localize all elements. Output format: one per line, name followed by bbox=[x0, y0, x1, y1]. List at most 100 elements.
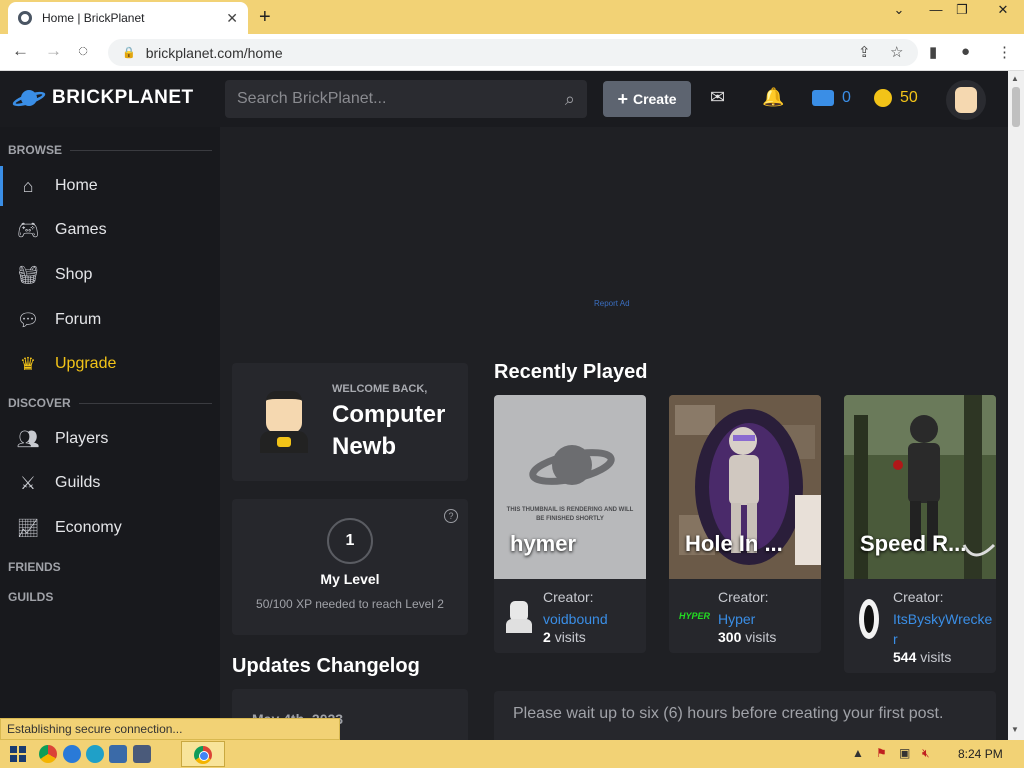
game-title: Hole In ... bbox=[685, 531, 783, 556]
share-icon[interactable]: ⇪ bbox=[858, 43, 871, 61]
notifications-bell-icon[interactable]: 🔔 bbox=[762, 87, 784, 108]
scroll-down-icon[interactable]: ▼ bbox=[1011, 725, 1019, 734]
messages-envelope-icon[interactable]: ✉ bbox=[710, 87, 725, 108]
creator-label: Creator: bbox=[543, 589, 594, 605]
loading-status: Establishing secure connection... bbox=[0, 718, 340, 740]
bits-amount: 50 bbox=[900, 89, 918, 106]
scroll-up-icon[interactable]: ▲ bbox=[1011, 74, 1019, 83]
close-tab-icon[interactable]: ✕ bbox=[226, 10, 238, 27]
game-card[interactable]: THIS THUMBNAIL IS RENDERING AND WILL BE … bbox=[494, 395, 646, 653]
brickplanet-logo[interactable]: BRICKPLANET bbox=[11, 87, 194, 110]
chrome-active-window[interactable] bbox=[181, 741, 225, 767]
sidebar-item-label: Guilds bbox=[55, 474, 101, 491]
url-text: brickplanet.com/home bbox=[145, 44, 283, 61]
browser-tab[interactable]: Home | BrickPlanet ✕ bbox=[8, 2, 248, 34]
sidebar-item-guilds[interactable]: ⚔ Guilds bbox=[0, 463, 220, 503]
help-icon[interactable]: ? bbox=[444, 509, 458, 523]
welcome-username[interactable]: Computer Newb bbox=[332, 399, 462, 463]
changelog-title: Updates Changelog bbox=[232, 655, 420, 677]
game-title: hymer bbox=[510, 531, 577, 556]
taskbar-clock[interactable]: 8:24 PM bbox=[958, 747, 1003, 761]
url-field[interactable]: 🔒 brickplanet.com/home bbox=[108, 39, 918, 66]
tab-title: Home | BrickPlanet bbox=[42, 11, 145, 25]
back-icon[interactable]: ← bbox=[12, 41, 29, 61]
creator-name[interactable]: voidbound bbox=[543, 609, 643, 629]
menu-kebab-icon[interactable]: ⋮ bbox=[997, 43, 1012, 61]
report-ad-link[interactable]: Report Ad bbox=[594, 299, 630, 308]
sidebar-item-label: Games bbox=[55, 221, 107, 238]
game-card[interactable]: Speed R... Creator: ItsByskyWrecker 544 … bbox=[844, 395, 996, 673]
search-box: ⌕ bbox=[225, 80, 587, 118]
action-center-flag-icon[interactable]: ⚑ bbox=[876, 746, 887, 760]
creator-label: Creator: bbox=[893, 589, 944, 605]
sidebar-item-upgrade[interactable]: ♛ Upgrade bbox=[0, 344, 220, 384]
creator-avatar[interactable] bbox=[854, 599, 884, 639]
sidebar-item-home[interactable]: ⌂ Home bbox=[0, 166, 220, 206]
level-number: 1 bbox=[327, 518, 373, 564]
sidebar-item-players[interactable]: 👥︎ Players bbox=[0, 419, 220, 459]
volume-muted-icon[interactable]: 🔇︎ bbox=[922, 746, 930, 761]
welcome-avatar[interactable] bbox=[252, 385, 316, 455]
chrome-taskbar-icon[interactable] bbox=[39, 745, 57, 763]
tray-overflow-icon[interactable]: ▲ bbox=[852, 746, 864, 760]
creator-avatar[interactable] bbox=[504, 599, 534, 635]
sidebar: BROWSE ⌂ Home 🎮︎ Games 🧺︎ Shop 💬︎ Forum … bbox=[0, 127, 220, 740]
system-window-icon[interactable] bbox=[133, 745, 151, 763]
forward-icon[interactable]: → bbox=[45, 41, 62, 61]
chart-icon: 📈︎ bbox=[16, 517, 40, 538]
game-thumbnail[interactable]: Speed R... bbox=[844, 395, 996, 579]
site-favicon-icon bbox=[18, 11, 32, 25]
sidebar-item-economy[interactable]: 📈︎ Economy bbox=[0, 508, 220, 548]
gamepad-icon: 🎮︎ bbox=[16, 219, 40, 240]
game-thumbnail[interactable]: THIS THUMBNAIL IS RENDERING AND WILL BE … bbox=[494, 395, 646, 579]
loading-stop-icon[interactable]: ◌ bbox=[78, 41, 88, 61]
scroll-thumb[interactable] bbox=[1012, 87, 1020, 127]
internet-explorer-icon[interactable] bbox=[63, 745, 81, 763]
network-icon[interactable]: ▣ bbox=[899, 746, 910, 760]
crown-icon: ♛ bbox=[19, 353, 37, 374]
avatar-face-icon bbox=[955, 87, 977, 113]
windows-taskbar: ▲ ⚑ ▣ 🔇︎ 8:24 PM bbox=[0, 740, 1024, 768]
browser-tab-strip: Home | BrickPlanet ✕ + ⌄ — ❐ ✕ bbox=[0, 0, 1024, 34]
sidebar-section-discover: DISCOVER bbox=[8, 396, 212, 410]
side-panel-icon[interactable]: ▮ bbox=[929, 43, 937, 61]
profile-icon[interactable]: ● bbox=[961, 43, 970, 60]
explorer-window-icon[interactable] bbox=[109, 745, 127, 763]
ad-slot: Report Ad bbox=[220, 127, 1008, 347]
new-tab-button[interactable]: + bbox=[259, 6, 271, 29]
search-icon[interactable]: ⌕ bbox=[565, 89, 575, 110]
bookmark-star-icon[interactable]: ☆ bbox=[890, 43, 903, 61]
basket-icon: 🧺︎ bbox=[16, 264, 40, 285]
restore-icon[interactable]: ❐ bbox=[947, 2, 977, 18]
bucks-balance[interactable]: 0 bbox=[812, 89, 851, 107]
game-thumbnail[interactable]: Hole In ... bbox=[669, 395, 821, 579]
bucks-icon bbox=[812, 90, 834, 106]
vertical-scrollbar[interactable]: ▲ ▼ bbox=[1008, 71, 1024, 740]
user-avatar[interactable] bbox=[946, 80, 986, 120]
close-window-icon[interactable]: ✕ bbox=[988, 2, 1018, 18]
creator-name[interactable]: ItsByskyWrecker bbox=[893, 609, 993, 649]
bucks-amount: 0 bbox=[842, 89, 851, 106]
edge-icon[interactable] bbox=[86, 745, 104, 763]
swords-icon: ⚔ bbox=[19, 472, 37, 493]
sidebar-section-guilds[interactable]: GUILDS bbox=[8, 590, 212, 604]
sidebar-section-friends[interactable]: FRIENDS bbox=[8, 560, 212, 574]
sidebar-item-forum[interactable]: 💬︎ Forum bbox=[0, 300, 220, 340]
tab-search-icon[interactable]: ⌄ bbox=[884, 2, 914, 18]
sidebar-item-shop[interactable]: 🧺︎ Shop bbox=[0, 255, 220, 295]
create-button[interactable]: + Create bbox=[603, 81, 691, 117]
post-notice-card: Please wait up to six (6) hours before c… bbox=[494, 691, 996, 740]
creator-avatar[interactable]: HYPER bbox=[679, 599, 710, 635]
xp-progress-text: 50/100 XP needed to reach Level 2 bbox=[256, 597, 444, 611]
post-wait-notice: Please wait up to six (6) hours before c… bbox=[513, 705, 944, 722]
windows-start-icon[interactable] bbox=[10, 746, 26, 762]
visit-count: 544 visits bbox=[893, 649, 952, 665]
creator-name[interactable]: Hyper bbox=[718, 609, 818, 629]
sidebar-item-games[interactable]: 🎮︎ Games bbox=[0, 210, 220, 250]
bits-balance[interactable]: 50 bbox=[874, 89, 918, 107]
level-label: My Level bbox=[320, 571, 380, 587]
main-content: Report Ad WELCOME BACK, Computer Newb ? … bbox=[220, 127, 1008, 740]
game-card[interactable]: Hole In ... HYPER Creator: Hyper 300 vis… bbox=[669, 395, 821, 653]
plus-icon: + bbox=[617, 88, 628, 109]
search-input[interactable] bbox=[237, 90, 565, 108]
